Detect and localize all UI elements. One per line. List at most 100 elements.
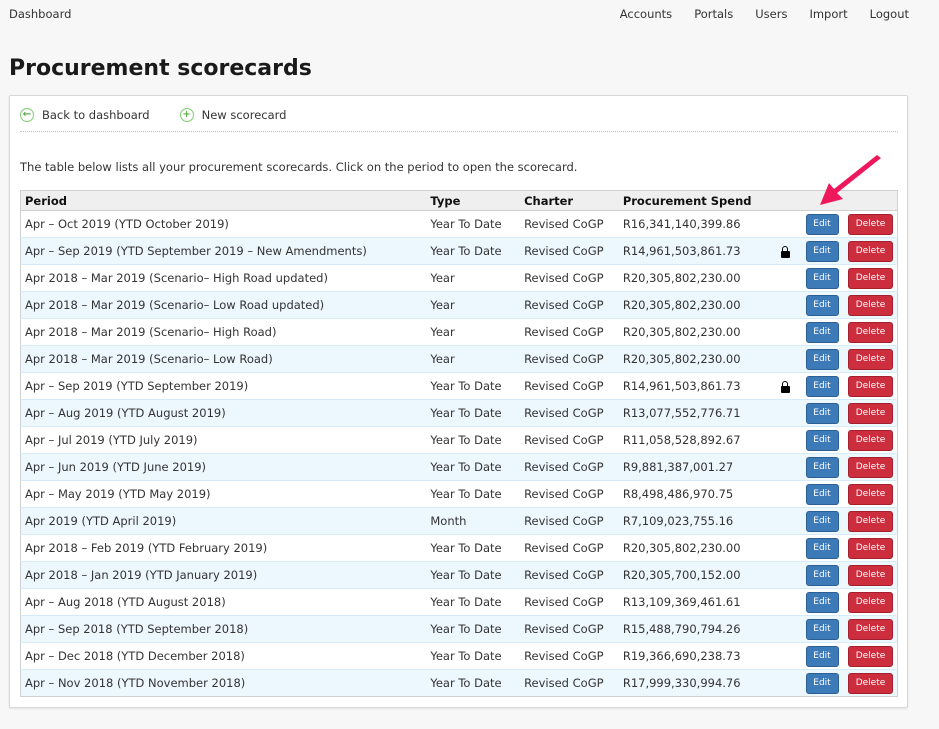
edit-button[interactable]: Edit <box>805 537 839 559</box>
delete-button[interactable]: Delete <box>847 456 893 478</box>
lock-cell <box>770 453 801 481</box>
delete-cell: Delete <box>843 480 898 508</box>
delete-button[interactable]: Delete <box>847 213 893 235</box>
table-row: Apr – Sep 2019 (YTD September 2019) Year … <box>20 372 898 400</box>
edit-button[interactable]: Edit <box>805 321 839 343</box>
table-row: Apr 2018 – Mar 2019 (Scenario– High Road… <box>20 318 898 346</box>
table-body: Apr – Oct 2019 (YTD October 2019) Year To… <box>20 210 898 697</box>
period-link[interactable]: Apr – Sep 2019 (YTD September 2019) <box>25 379 248 393</box>
delete-button[interactable]: Delete <box>847 429 893 451</box>
new-scorecard-label: New scorecard <box>201 108 287 122</box>
period-link[interactable]: Apr 2018 – Mar 2019 (Scenario– Low Road) <box>25 352 273 366</box>
procurement-spend-cell: R20,305,700,152.00 <box>618 561 771 589</box>
type-cell: Year <box>426 318 521 346</box>
edit-cell: Edit <box>800 264 844 292</box>
edit-button[interactable]: Edit <box>805 564 839 586</box>
delete-cell: Delete <box>843 642 898 670</box>
edit-button[interactable]: Edit <box>805 645 839 667</box>
delete-button[interactable]: Delete <box>847 294 893 316</box>
period-link[interactable]: Apr – Sep 2018 (YTD September 2018) <box>25 622 248 636</box>
back-to-dashboard-label: Back to dashboard <box>42 108 150 122</box>
procurement-spend-cell: R20,305,802,230.00 <box>618 291 771 319</box>
period-link[interactable]: Apr – Oct 2019 (YTD October 2019) <box>25 217 229 231</box>
new-scorecard-link[interactable]: + New scorecard <box>179 108 287 122</box>
period-link[interactable]: Apr – Aug 2018 (YTD August 2018) <box>25 595 226 609</box>
period-link[interactable]: Apr – Nov 2018 (YTD November 2018) <box>25 676 245 690</box>
dashboard-link[interactable]: Dashboard <box>9 7 71 21</box>
period-link[interactable]: Apr 2019 (YTD April 2019) <box>25 514 176 528</box>
period-link[interactable]: Apr – Aug 2019 (YTD August 2019) <box>25 406 226 420</box>
delete-cell: Delete <box>843 669 898 697</box>
charter-cell: Revised CoGP <box>520 588 619 616</box>
delete-button[interactable]: Delete <box>847 240 893 262</box>
charter-cell: Revised CoGP <box>520 507 619 535</box>
edit-cell: Edit <box>800 534 844 562</box>
delete-button[interactable]: Delete <box>847 645 893 667</box>
period-link[interactable]: Apr 2018 – Feb 2019 (YTD February 2019) <box>25 541 267 555</box>
period-link[interactable]: Apr 2018 – Mar 2019 (Scenario– High Road… <box>25 271 328 285</box>
lock-cell <box>770 399 801 427</box>
edit-button[interactable]: Edit <box>805 240 839 262</box>
edit-cell: Edit <box>800 642 844 670</box>
period-link[interactable]: Apr – Sep 2019 (YTD September 2019 – New… <box>25 244 367 258</box>
edit-button[interactable]: Edit <box>805 456 839 478</box>
nav-logout[interactable]: Logout <box>870 7 909 21</box>
delete-button[interactable]: Delete <box>847 537 893 559</box>
edit-button[interactable]: Edit <box>805 294 839 316</box>
period-cell: Apr – Aug 2018 (YTD August 2018) <box>20 588 427 616</box>
edit-button[interactable]: Edit <box>805 618 839 640</box>
edit-button[interactable]: Edit <box>805 591 839 613</box>
period-cell: Apr 2018 – Mar 2019 (Scenario– Low Road) <box>20 345 427 373</box>
nav-portals[interactable]: Portals <box>694 7 733 21</box>
edit-button[interactable]: Edit <box>805 267 839 289</box>
delete-button[interactable]: Delete <box>847 402 893 424</box>
edit-button[interactable]: Edit <box>805 375 839 397</box>
delete-button[interactable]: Delete <box>847 510 893 532</box>
period-link[interactable]: Apr 2018 – Jan 2019 (YTD January 2019) <box>25 568 257 582</box>
edit-cell: Edit <box>800 291 844 319</box>
lock-cell <box>770 480 801 508</box>
back-to-dashboard-link[interactable]: ← Back to dashboard <box>20 108 150 122</box>
edit-button[interactable]: Edit <box>805 483 839 505</box>
table-row: Apr 2018 – Feb 2019 (YTD February 2019) Y… <box>20 534 898 562</box>
charter-cell: Revised CoGP <box>520 480 619 508</box>
delete-button[interactable]: Delete <box>847 348 893 370</box>
column-header-delete <box>843 190 898 211</box>
edit-button[interactable]: Edit <box>805 402 839 424</box>
period-link[interactable]: Apr – Jul 2019 (YTD July 2019) <box>25 433 198 447</box>
delete-cell: Delete <box>843 345 898 373</box>
edit-button[interactable]: Edit <box>805 429 839 451</box>
period-cell: Apr 2018 – Mar 2019 (Scenario– Low Road … <box>20 291 427 319</box>
edit-button[interactable]: Edit <box>805 510 839 532</box>
delete-button[interactable]: Delete <box>847 672 893 694</box>
lock-cell <box>770 534 801 562</box>
period-link[interactable]: Apr 2018 – Mar 2019 (Scenario– High Road… <box>25 325 276 339</box>
nav-accounts[interactable]: Accounts <box>620 7 672 21</box>
edit-button[interactable]: Edit <box>805 213 839 235</box>
delete-button[interactable]: Delete <box>847 483 893 505</box>
delete-button[interactable]: Delete <box>847 564 893 586</box>
delete-button[interactable]: Delete <box>847 375 893 397</box>
delete-button[interactable]: Delete <box>847 321 893 343</box>
period-link[interactable]: Apr – Jun 2019 (YTD June 2019) <box>25 460 206 474</box>
delete-button[interactable]: Delete <box>847 618 893 640</box>
period-link[interactable]: Apr – Dec 2018 (YTD December 2018) <box>25 649 245 663</box>
charter-cell: Revised CoGP <box>520 534 619 562</box>
charter-cell: Revised CoGP <box>520 642 619 670</box>
nav-users[interactable]: Users <box>755 7 787 21</box>
delete-button[interactable]: Delete <box>847 267 893 289</box>
edit-cell: Edit <box>800 372 844 400</box>
edit-button[interactable]: Edit <box>805 672 839 694</box>
delete-cell: Delete <box>843 291 898 319</box>
edit-button[interactable]: Edit <box>805 348 839 370</box>
charter-cell: Revised CoGP <box>520 345 619 373</box>
period-link[interactable]: Apr 2018 – Mar 2019 (Scenario– Low Road … <box>25 298 324 312</box>
table-row: Apr – Aug 2018 (YTD August 2018) Year To … <box>20 588 898 616</box>
edit-cell: Edit <box>800 561 844 589</box>
period-cell: Apr 2018 – Mar 2019 (Scenario– High Road… <box>20 318 427 346</box>
period-link[interactable]: Apr – May 2019 (YTD May 2019) <box>25 487 211 501</box>
period-cell: Apr – Nov 2018 (YTD November 2018) <box>20 669 427 697</box>
table-row: Apr – Aug 2019 (YTD August 2019) Year To … <box>20 399 898 427</box>
nav-import[interactable]: Import <box>809 7 847 21</box>
delete-button[interactable]: Delete <box>847 591 893 613</box>
